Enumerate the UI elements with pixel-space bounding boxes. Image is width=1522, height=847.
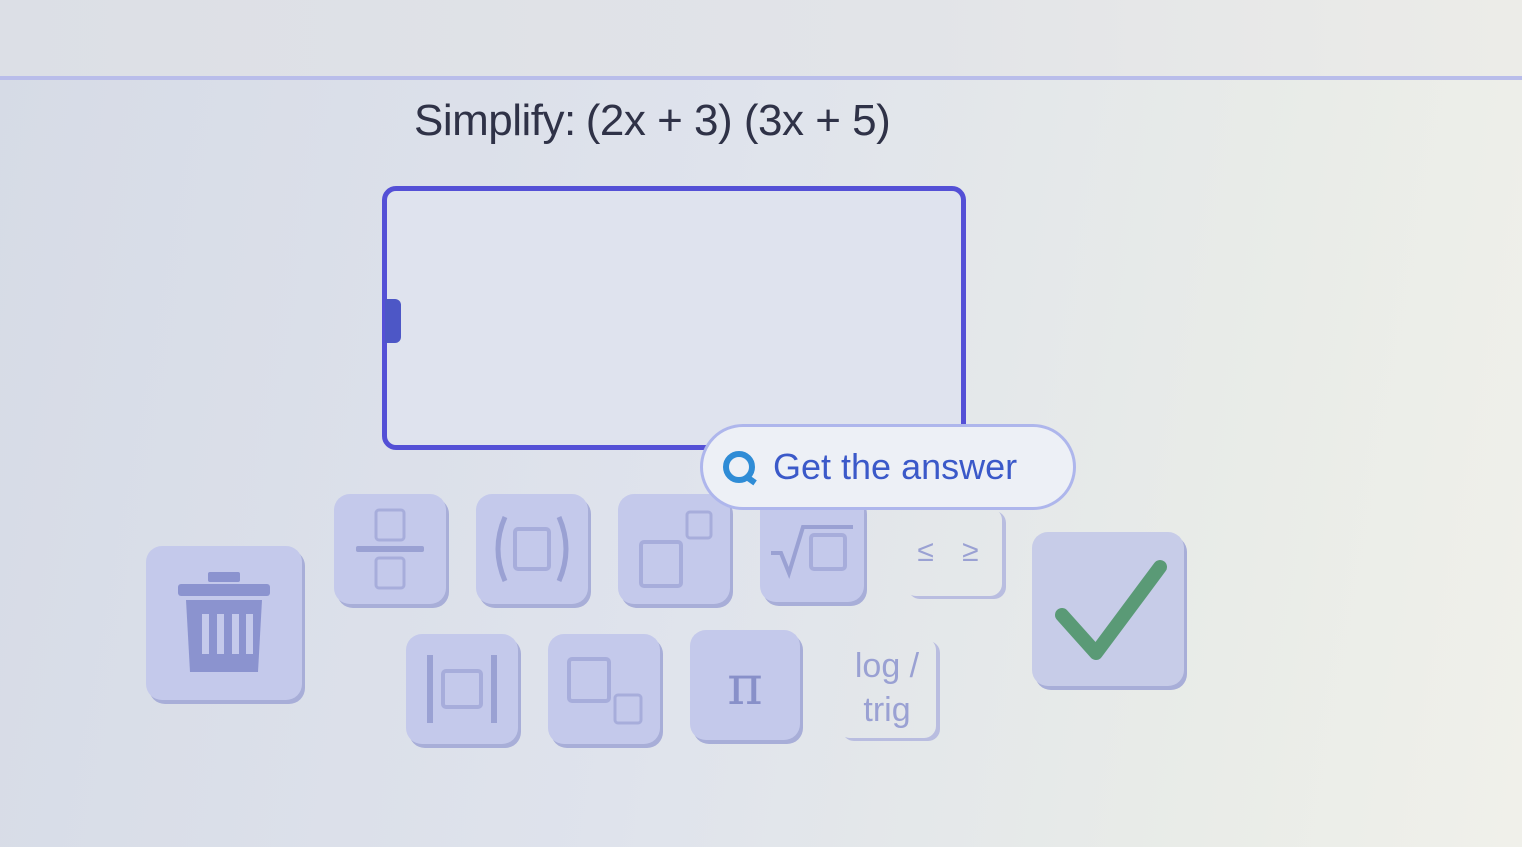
problem-expression: (2x + 3) (3x + 5) xyxy=(585,96,891,145)
inequalities-label: ≤ ≥ xyxy=(917,535,989,568)
log-trig-label: log / trig xyxy=(855,644,919,732)
get-answer-label: Get the answer xyxy=(773,446,1018,487)
log-trig-button[interactable]: log / trig xyxy=(838,638,936,738)
header-band xyxy=(0,0,1522,78)
checkmark-icon xyxy=(1055,560,1167,660)
subscript-icon xyxy=(567,657,643,725)
parentheses-button[interactable] xyxy=(476,494,588,604)
absolute-value-icon xyxy=(427,655,497,723)
answer-input[interactable] xyxy=(382,186,966,450)
subscript-button[interactable] xyxy=(548,634,660,744)
fraction-button[interactable] xyxy=(334,494,446,604)
square-root-button[interactable] xyxy=(760,494,864,602)
get-answer-button[interactable]: Get the answer xyxy=(700,424,1076,510)
pi-label: π xyxy=(727,653,763,717)
exponent-icon xyxy=(639,510,713,588)
problem-statement: Simplify: (2x + 3) (3x + 5) xyxy=(414,96,891,146)
search-icon xyxy=(723,451,755,483)
exponent-button[interactable] xyxy=(618,494,730,604)
problem-label: Simplify: xyxy=(414,96,576,145)
trash-icon xyxy=(178,572,270,672)
inequalities-button[interactable]: ≤ ≥ xyxy=(904,508,1002,596)
log-trig-line1: log / xyxy=(854,647,920,685)
delete-button[interactable] xyxy=(146,546,302,700)
pi-button[interactable]: π xyxy=(690,630,800,740)
header-divider xyxy=(0,76,1522,80)
square-root-icon xyxy=(771,525,853,580)
input-cursor xyxy=(385,299,401,343)
submit-button[interactable] xyxy=(1032,532,1184,686)
fraction-icon xyxy=(356,508,424,590)
absolute-value-button[interactable] xyxy=(406,634,518,744)
log-trig-line2: trig xyxy=(863,691,911,729)
parentheses-icon xyxy=(495,515,569,583)
